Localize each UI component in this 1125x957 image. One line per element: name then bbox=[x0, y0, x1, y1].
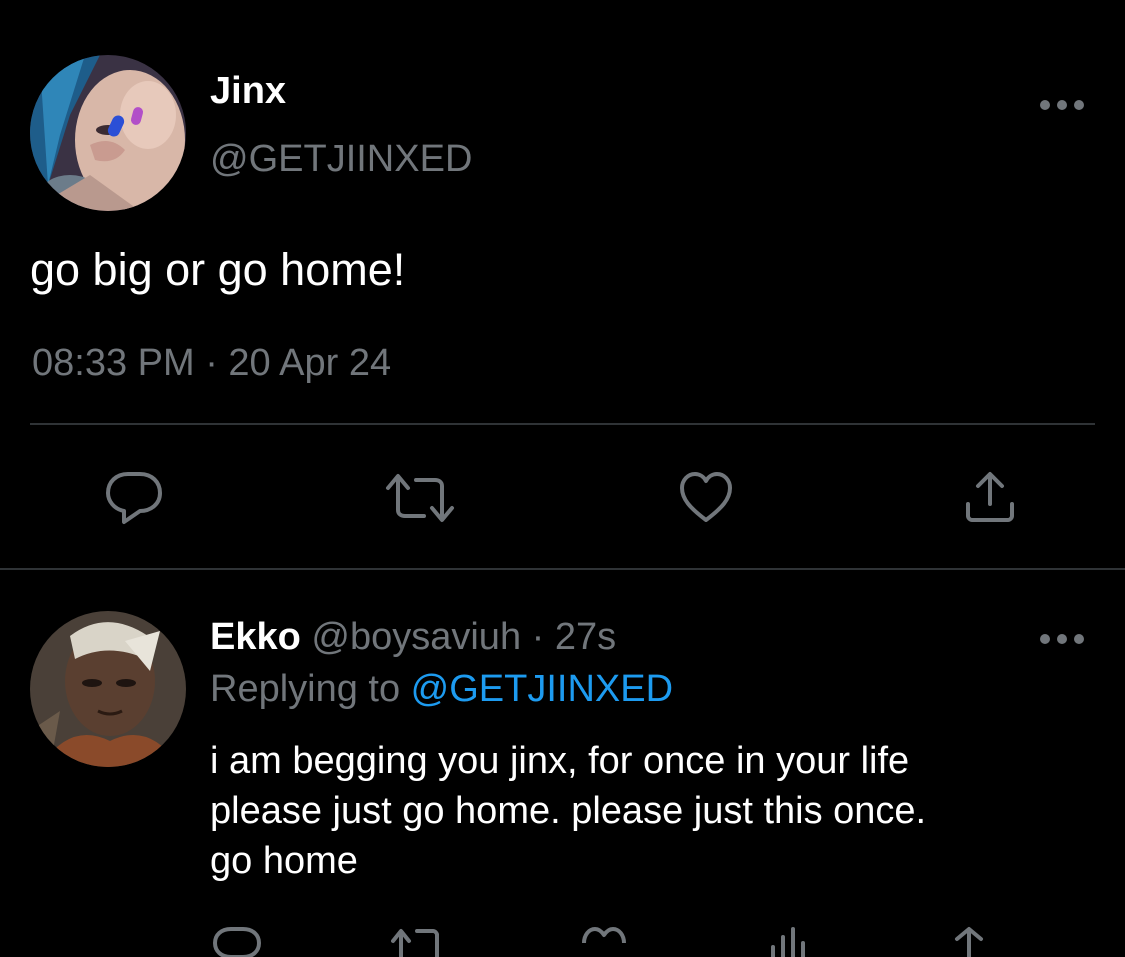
tweet-timestamp[interactable]: 08:33 PM · 20 Apr 24 bbox=[32, 340, 391, 386]
reply-icon[interactable] bbox=[104, 470, 164, 526]
reply-text-line: i am begging you jinx, for once in your … bbox=[210, 740, 910, 782]
divider bbox=[30, 423, 1095, 425]
jinx-avatar[interactable] bbox=[30, 55, 186, 211]
views-icon[interactable] bbox=[765, 925, 813, 957]
more-options-icon[interactable] bbox=[1040, 98, 1084, 112]
replying-to-line: Replying to @GETJIINXED bbox=[210, 666, 673, 712]
retweet-icon[interactable] bbox=[384, 470, 456, 526]
retweet-icon[interactable] bbox=[391, 925, 447, 957]
tweet-text: go big or go home! bbox=[30, 244, 406, 295]
author-handle[interactable]: @GETJIINXED bbox=[210, 136, 472, 182]
reply-icon[interactable] bbox=[213, 925, 261, 957]
reply-text: i am begging you jinx, for once in your … bbox=[210, 736, 1090, 886]
replying-to-label: Replying to bbox=[210, 668, 411, 710]
section-divider bbox=[0, 568, 1125, 570]
reply-header: Ekko @boysaviuh · 27s bbox=[210, 614, 616, 660]
like-icon[interactable] bbox=[678, 470, 734, 524]
author-name[interactable]: Jinx bbox=[210, 68, 286, 114]
replying-to-handle-link[interactable]: @GETJIINXED bbox=[411, 668, 673, 710]
reply-author-handle[interactable]: @boysaviuh bbox=[311, 616, 521, 658]
ekko-avatar[interactable] bbox=[30, 611, 186, 767]
reply-author-name[interactable]: Ekko bbox=[210, 616, 301, 658]
share-icon[interactable] bbox=[962, 470, 1018, 524]
reply-text-line: go home bbox=[210, 840, 358, 882]
like-icon[interactable] bbox=[580, 925, 628, 957]
share-icon[interactable] bbox=[945, 925, 993, 957]
reply-age[interactable]: 27s bbox=[555, 616, 616, 658]
reply-text-line: please just go home. please just this on… bbox=[210, 790, 927, 832]
separator-dot: · bbox=[521, 616, 555, 658]
more-options-icon[interactable] bbox=[1040, 632, 1084, 646]
